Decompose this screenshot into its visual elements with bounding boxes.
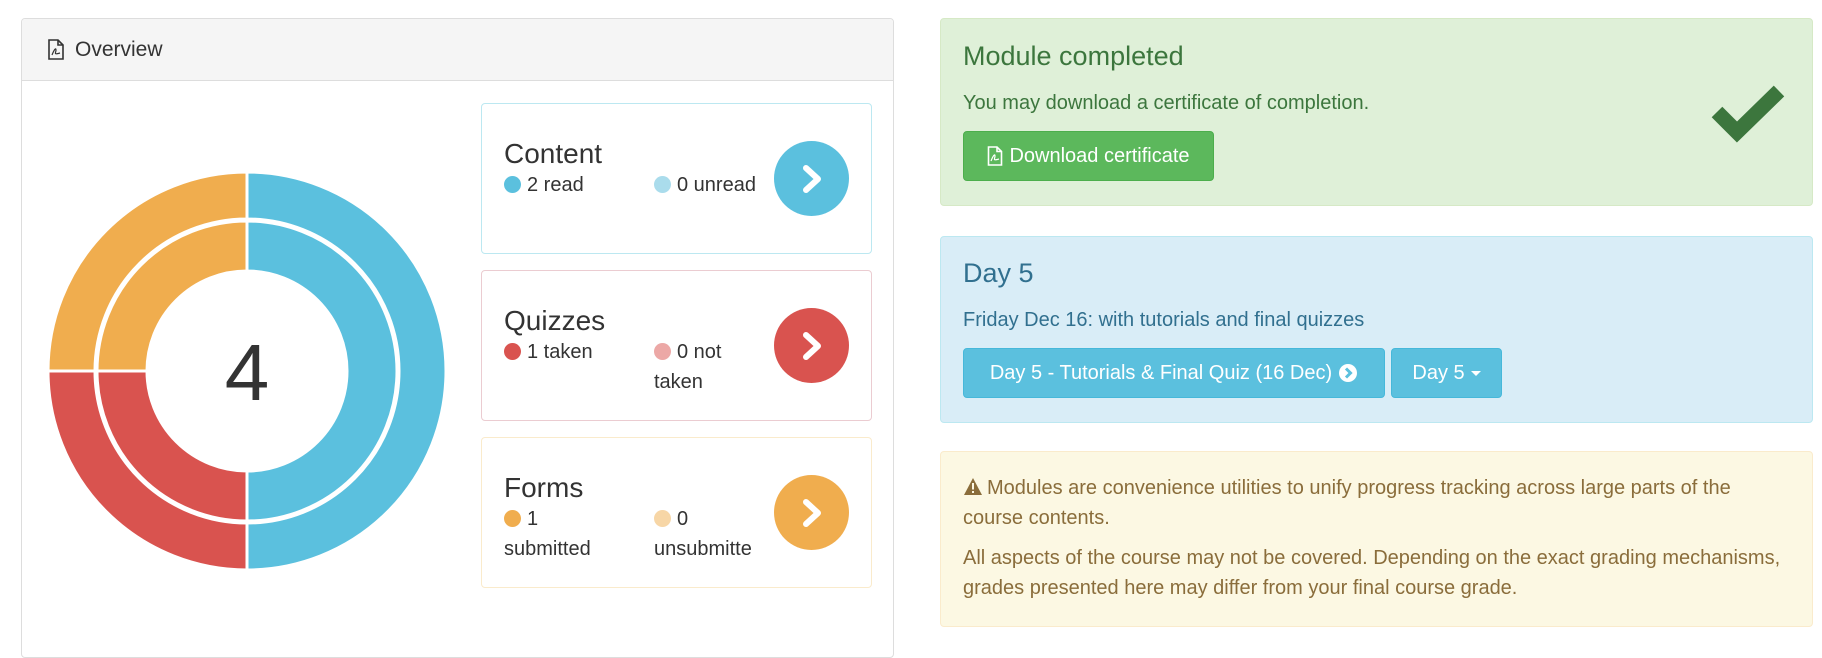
day-title: Day 5 (963, 258, 1034, 288)
submitted-dot (504, 510, 521, 527)
module-completed-text: You may download a certificate of comple… (963, 92, 1370, 114)
overview-panel: Overview 4 Content 2 read 0 unread Quizz… (21, 18, 894, 658)
day-description: Friday Dec 16: with tutorials and final … (963, 309, 1365, 331)
quizzes-card-title: Quizzes (504, 305, 606, 336)
donut-center-total: 4 (225, 328, 270, 417)
forms-card: Forms 1 submitted 0 unsubmitte (481, 437, 872, 588)
day-alert: Day 5 Friday Dec 16: with tutorials and … (940, 236, 1813, 423)
notice-line-1: Modules are convenience utilities to uni… (963, 477, 1731, 529)
quizzes-open-button[interactable] (774, 308, 849, 383)
warning-icon (964, 478, 982, 495)
unsubmitted-dot (654, 510, 671, 527)
forms-open-button[interactable] (774, 475, 849, 550)
overview-title: Overview (75, 37, 163, 61)
content-card: Content 2 read 0 unread (481, 103, 872, 254)
day-lesson-button[interactable]: Day 5 - Tutorials & Final Quiz (16 Dec) (963, 348, 1385, 398)
chevron-right-icon (802, 331, 821, 360)
content-read-stat: 2 read (504, 170, 644, 200)
module-notice-alert: Modules are convenience utilities to uni… (940, 451, 1813, 627)
quizzes-not-taken-stat: 0 not taken (654, 341, 722, 393)
module-completed-title: Module completed (963, 41, 1184, 71)
notice-line-2: All aspects of the course may not be cov… (963, 547, 1781, 599)
day-dropdown-button[interactable]: Day 5 (1391, 348, 1502, 398)
forms-submitted-stat: 1 submitted (504, 508, 591, 560)
file-pdf-icon (48, 39, 64, 60)
quizzes-taken-stat: 1 taken (504, 337, 644, 367)
checkmark-icon (1711, 85, 1785, 143)
module-completed-alert: Module completed You may download a cert… (940, 18, 1813, 206)
progress-donut-chart: 4 (48, 172, 446, 570)
read-dot (504, 176, 521, 193)
content-unread-stat: 0 unread (654, 170, 764, 200)
content-card-title: Content (504, 138, 603, 169)
forms-unsubmitted-stat: 0 unsubmitte (654, 508, 752, 560)
unread-dot (654, 176, 671, 193)
caret-down-icon (1470, 370, 1481, 376)
file-pdf-icon (988, 146, 1003, 166)
quizzes-card: Quizzes 1 taken 0 not taken (481, 270, 872, 421)
not-taken-dot (654, 343, 671, 360)
content-open-button[interactable] (774, 141, 849, 216)
chevron-circle-right-icon (1339, 364, 1358, 382)
chevron-right-icon (802, 164, 821, 193)
chevron-right-icon (802, 498, 821, 527)
download-certificate-button[interactable]: Download certificate (963, 131, 1214, 181)
overview-heading: Overview (22, 19, 893, 81)
taken-dot (504, 343, 521, 360)
forms-card-title: Forms (504, 472, 584, 503)
